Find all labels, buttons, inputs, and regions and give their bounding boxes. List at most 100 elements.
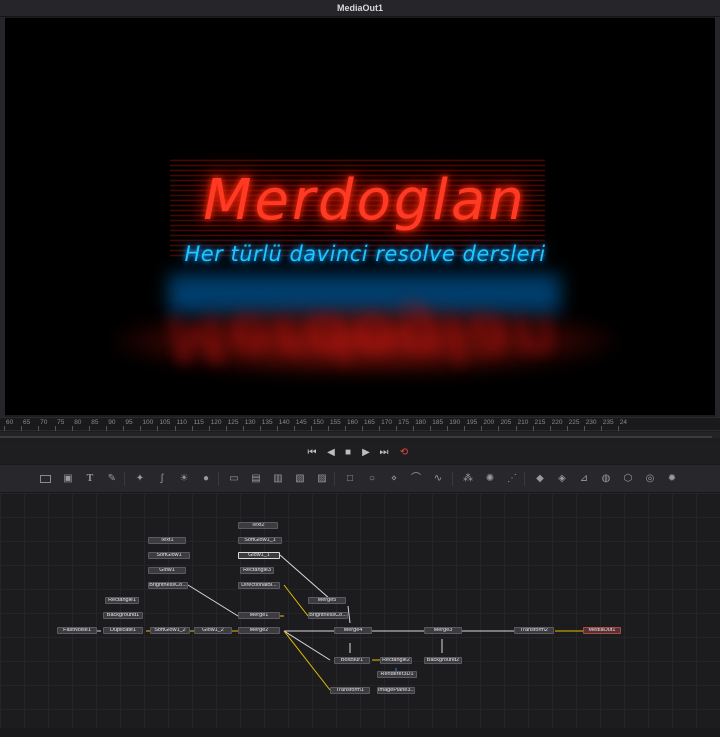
ruler-tick — [191, 426, 193, 431]
node-color-bar — [335, 663, 369, 664]
node-merge3[interactable]: Merge3 — [424, 627, 462, 634]
node-softglow1-1[interactable]: SoftGlow1_1 — [238, 537, 282, 544]
paint-tool-icon[interactable]: ✎ — [106, 473, 118, 485]
node-text2[interactable]: Text2 — [238, 522, 278, 529]
node-color-bar — [309, 603, 345, 604]
toolbar-separator — [524, 472, 525, 486]
node-merge1[interactable]: Merge1 — [238, 612, 280, 619]
node-brightness-contrast[interactable]: BrightnessCo... — [148, 582, 188, 589]
node-color-bar — [425, 633, 461, 634]
node-color-bar — [381, 663, 411, 664]
loop-icon[interactable]: ⟲ — [397, 446, 411, 460]
transform-tool-icon[interactable]: ▨ — [316, 473, 328, 485]
brightness-tool-icon[interactable]: ☀ — [178, 473, 190, 485]
skip-to-start-icon[interactable]: ⏮ — [305, 446, 319, 460]
ruler-tick — [447, 426, 449, 431]
toolbar-separator — [452, 472, 453, 486]
node-duplicate1[interactable]: Duplicate1 — [103, 627, 143, 634]
warp-tool-icon[interactable]: ∿ — [432, 473, 444, 485]
renderer3d-icon[interactable]: ◎ — [644, 473, 656, 485]
ruler-tick-label: 85 — [91, 419, 99, 426]
node-fastnoise1[interactable]: FastNoise1 — [57, 627, 97, 634]
node-brightness-contrast-2[interactable]: BrightnessCo... — [308, 612, 348, 619]
matte-control-tool-icon[interactable]: ▧ — [294, 473, 306, 485]
viewer-sub-text: Her türlü davinci resolve dersleri — [184, 242, 546, 266]
node-imageplane3d[interactable]: ImagePlane3... — [377, 687, 415, 694]
time-ruler[interactable]: 60 65 70 75 80 85 90 95 100 105 110 115 120 125 130 135… — [0, 417, 720, 431]
light3d-icon[interactable]: ◍ — [600, 473, 612, 485]
node-glow1-2[interactable]: Glow1_2 — [194, 627, 232, 634]
color-curves-tool-icon[interactable]: ∫ — [156, 473, 168, 485]
ruler-tick-label: 225 — [568, 419, 580, 426]
text3d-icon[interactable]: ◈ — [556, 473, 568, 485]
node-merge5[interactable]: Merge5 — [308, 597, 346, 604]
node-color-bar — [378, 693, 414, 694]
merge3d-icon[interactable]: ⬡ — [622, 473, 634, 485]
node-mediaout1[interactable]: MediaOut1 — [583, 627, 621, 634]
node-boxblur1[interactable]: BoxBlur1 — [334, 657, 370, 664]
ruler-tick-label: 65 — [23, 419, 31, 426]
viewer-canvas[interactable]: Merdoglan Her türlü davinci resolve ders… — [5, 18, 715, 415]
node-editor[interactable]: Text1 SoftGlow1 Glow1 BrightnessCo... Te… — [0, 493, 720, 728]
skip-to-end-icon[interactable]: ⏭ — [377, 446, 391, 460]
scrub-bar[interactable] — [0, 436, 712, 438]
node-glow1[interactable]: Glow1 — [148, 567, 186, 574]
ruler-tick — [464, 426, 466, 431]
ruler-tick-label: 70 — [40, 419, 48, 426]
node-directional-blur[interactable]: DirectionalBl... — [238, 582, 280, 589]
node-editor-status-bar — [0, 728, 720, 737]
tool-bar: ▣ T ✎ ✦ ∫ ☀ ● ▭ ▤ ▥ ▧ ▨ □ ○ ⋄ ⌒ ∿ ⁂ ✺ ⋰ … — [0, 464, 720, 493]
ruler-tick-label: 230 — [585, 419, 597, 426]
particle-emitter-icon[interactable]: ⁂ — [462, 473, 474, 485]
node-transform1[interactable]: Transform1 — [330, 687, 370, 694]
camera3d-icon[interactable]: ⊿ — [578, 473, 590, 485]
node-color-bar — [239, 528, 277, 529]
node-rectangle1[interactable]: Rectangle1 — [105, 597, 139, 604]
node-background1[interactable]: Background1 — [103, 612, 143, 619]
ruler-tick-label: 175 — [398, 419, 409, 426]
particle-tool-icon[interactable]: ✦ — [134, 473, 146, 485]
play-reverse-icon[interactable]: ◀ — [324, 446, 338, 460]
node-softglow1-2[interactable]: SoftGlow1_2 — [150, 627, 190, 634]
ruler-tick-label: 140 — [278, 419, 290, 426]
polygon-mask-icon[interactable]: ⋄ — [388, 473, 400, 485]
node-color-bar — [195, 633, 231, 634]
ruler-tick — [55, 426, 57, 431]
node-merge4[interactable]: Merge4 — [334, 627, 372, 634]
node-color-bar — [241, 573, 273, 574]
ellipse-mask-icon[interactable]: ○ — [366, 473, 378, 485]
ruler-tick-label: 90 — [108, 419, 116, 426]
particle-render-icon[interactable]: ✺ — [484, 473, 496, 485]
merge-tool-icon[interactable]: ▤ — [250, 473, 262, 485]
ruler-tick — [310, 426, 312, 431]
play-icon[interactable]: ▶ — [359, 446, 373, 460]
node-color-bar — [239, 618, 279, 619]
render-globe-icon[interactable]: ✹ — [666, 473, 678, 485]
node-softglow1[interactable]: SoftGlow1 — [148, 552, 190, 559]
node-transform2[interactable]: Transform2 — [514, 627, 554, 634]
channel-booleans-tool-icon[interactable]: ▥ — [272, 473, 284, 485]
color-corrector-tool-icon[interactable]: ● — [200, 473, 212, 485]
blur-tool-icon[interactable]: ▭ — [228, 473, 240, 485]
node-renderer3d1[interactable]: Renderer3D1 — [377, 671, 417, 678]
node-glow1-1[interactable]: Glow1_1 — [238, 552, 280, 559]
node-rectangle2[interactable]: Rectangle2 — [380, 657, 412, 664]
stop-icon[interactable]: ■ — [341, 446, 355, 460]
ruler-tick — [379, 426, 381, 431]
particle-style-icon[interactable]: ⋰ — [506, 473, 518, 485]
text-tool-icon[interactable]: T — [84, 473, 96, 485]
node-rectangle3[interactable]: Rectangle3 — [240, 567, 274, 574]
shape3d-icon[interactable]: ◆ — [534, 473, 546, 485]
background-tool-icon[interactable] — [40, 475, 51, 483]
node-merge2[interactable]: Merge2 — [238, 627, 280, 634]
rectangle-mask-icon[interactable]: □ — [344, 473, 356, 485]
ruler-tick — [566, 426, 568, 431]
ruler-tick — [498, 426, 500, 431]
node-text1[interactable]: Text1 — [148, 537, 186, 544]
image-plane-tool-icon[interactable]: ▣ — [62, 473, 74, 485]
node-color-bar — [309, 618, 347, 619]
ruler-tick — [106, 426, 108, 431]
node-background2[interactable]: Background2 — [424, 657, 462, 664]
node-color-bar — [106, 603, 138, 604]
bspline-mask-icon[interactable]: ⌒ — [410, 473, 422, 485]
